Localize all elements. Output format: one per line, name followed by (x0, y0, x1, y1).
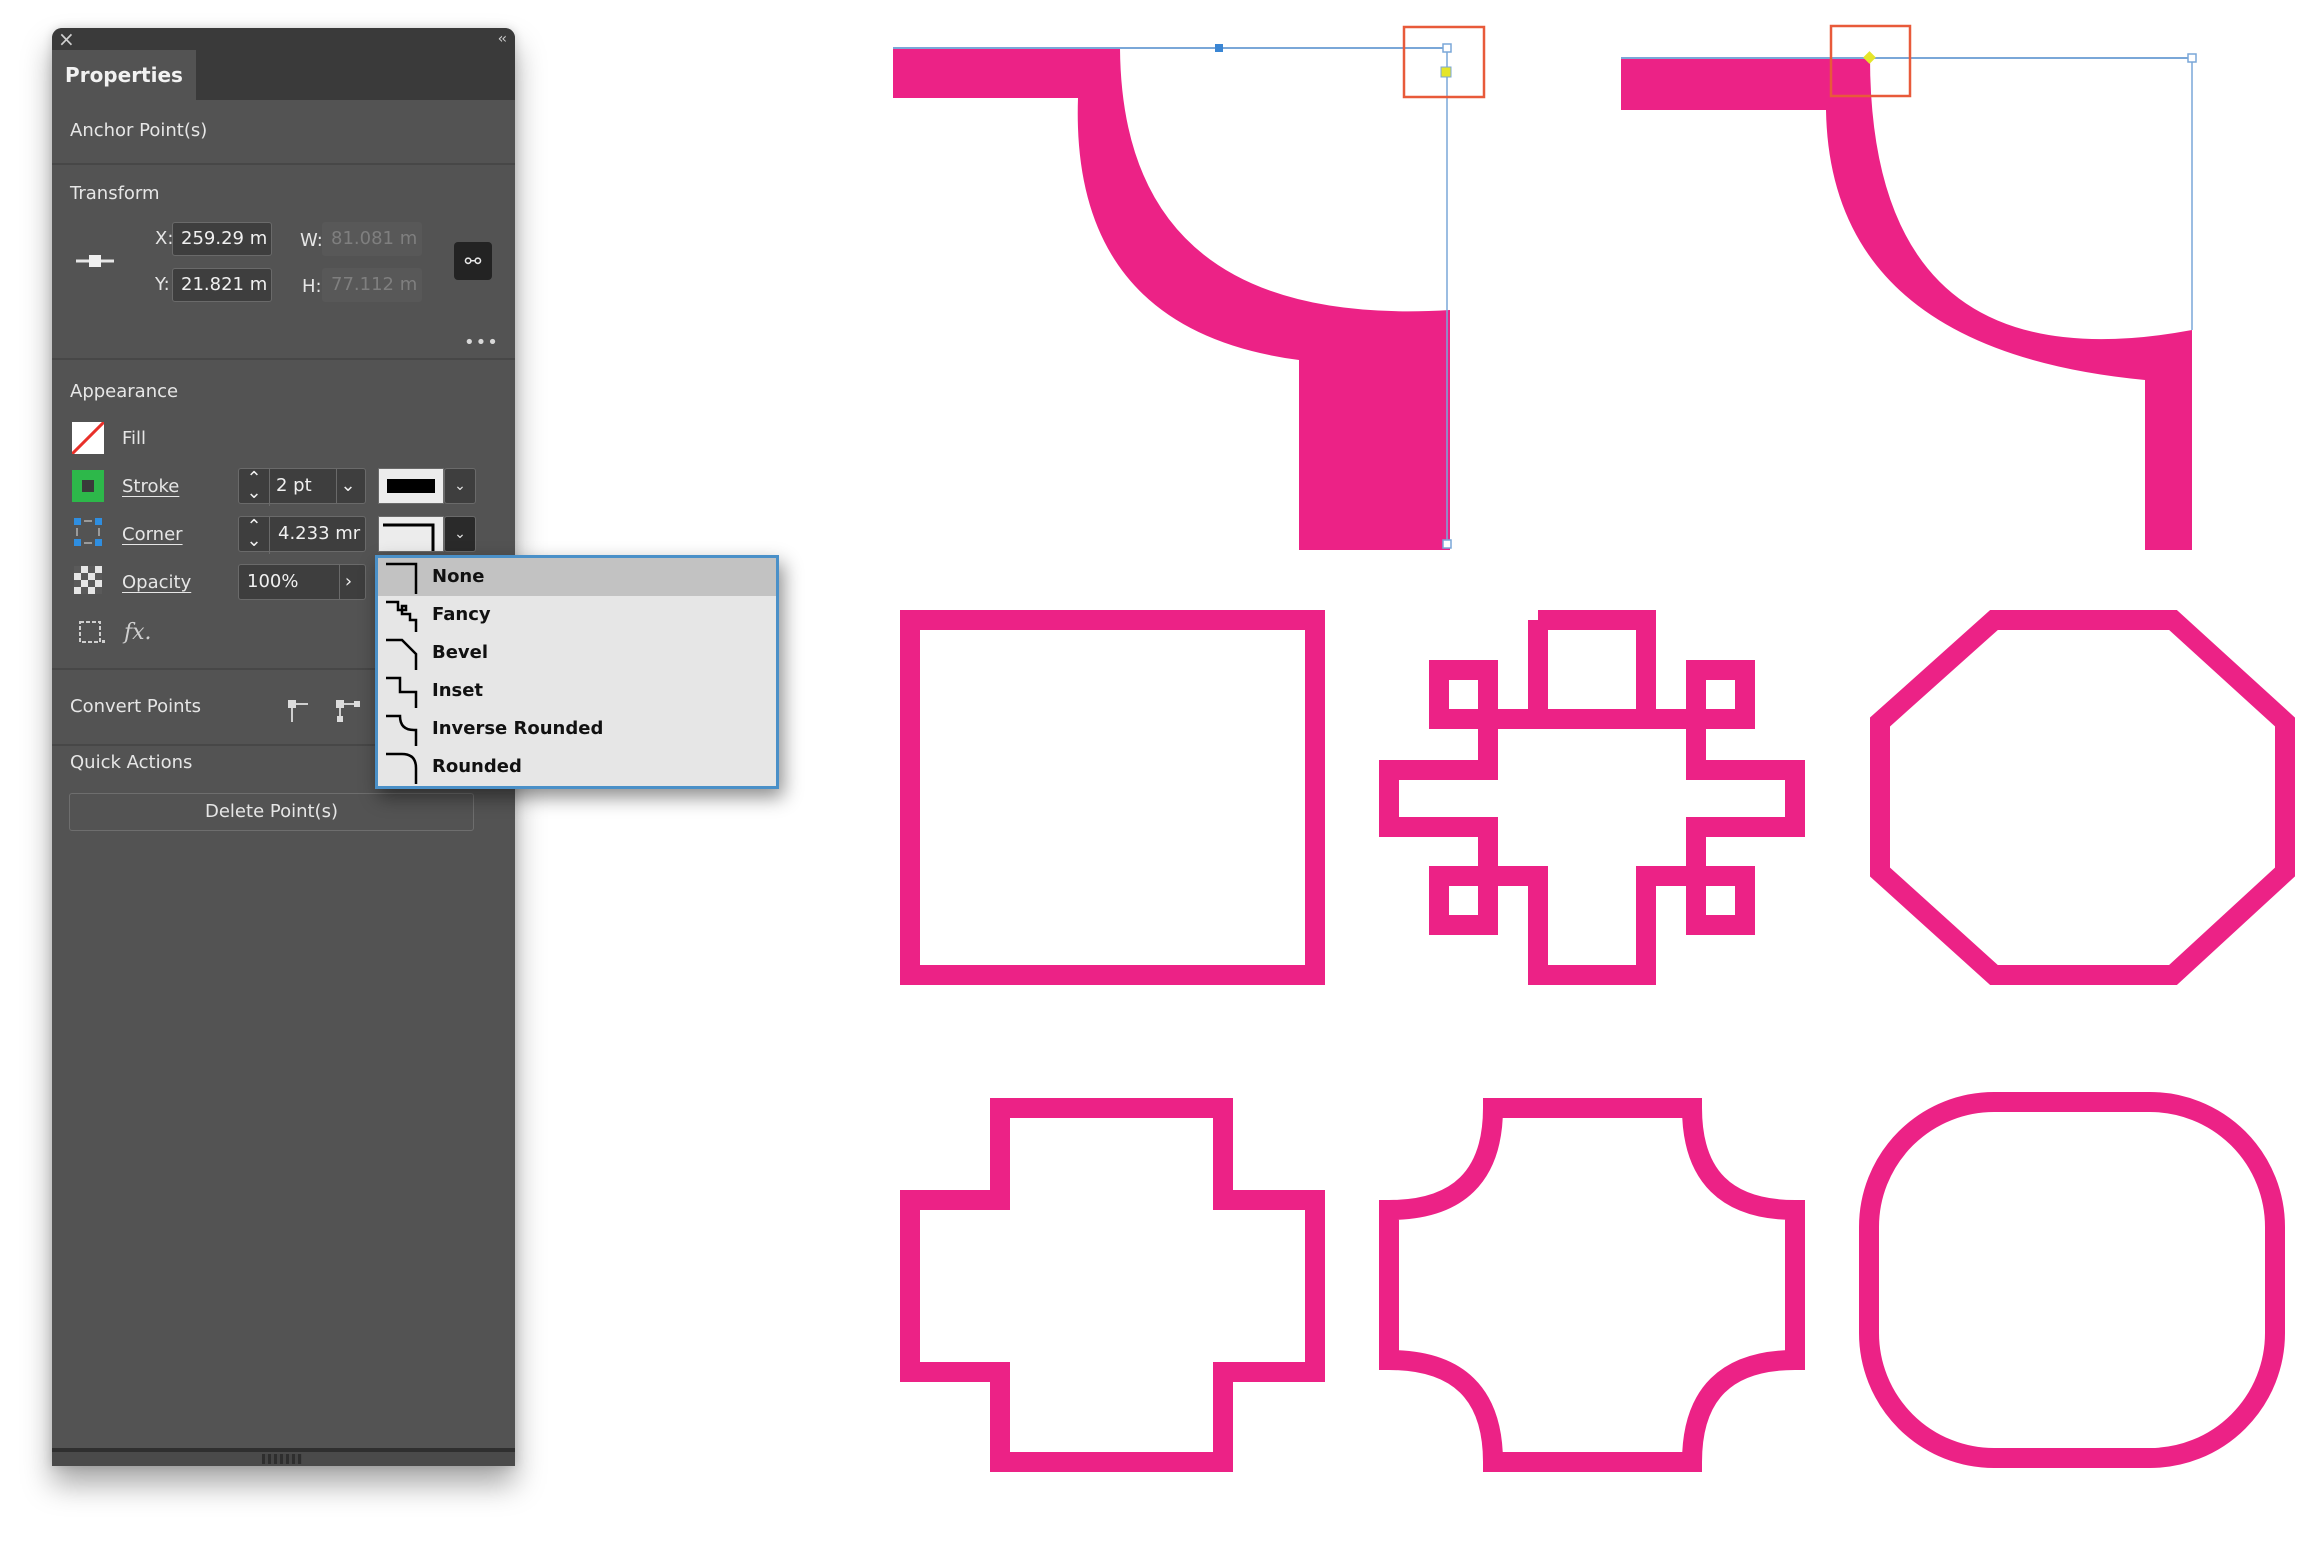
fill-none-icon[interactable] (72, 422, 104, 454)
anchor-point-selected[interactable] (1442, 43, 1452, 53)
opacity-input[interactable]: 100% (239, 565, 340, 599)
stroke-weight-dropdown-icon[interactable]: ⌄ (331, 469, 365, 503)
panel-titlebar[interactable]: × ‹‹ (52, 28, 515, 50)
transform-each-icon[interactable] (78, 620, 108, 646)
corner-radius-stepper[interactable]: ⌃ ⌄ (239, 517, 270, 554)
menu-item-label: Inset (432, 680, 484, 701)
menu-item-rounded[interactable]: Rounded (378, 748, 776, 786)
divider (52, 358, 515, 360)
anchor-point-bottom[interactable] (1442, 539, 1452, 549)
w-label: W: (300, 230, 323, 251)
corner-none-preview-icon (383, 523, 435, 551)
menu-item-label: Fancy (432, 604, 491, 625)
highlight-box (1402, 25, 1486, 99)
menu-item-label: Rounded (432, 756, 522, 777)
fill-label: Fill (122, 428, 147, 449)
corner-none-icon (386, 562, 418, 594)
stroke-weight-stepper[interactable]: ⌃ ⌄ (239, 469, 270, 506)
menu-item-bevel[interactable]: Bevel (378, 634, 776, 672)
opacity-label[interactable]: Opacity (122, 572, 191, 593)
x-input[interactable]: 259.29 m (172, 222, 272, 256)
corner-radius-control[interactable]: ⌃ ⌄ 4.233 mr (238, 516, 366, 554)
panel-tab-row: Properties (52, 50, 515, 100)
stroke-weight-control[interactable]: ⌃ ⌄ 2 pt ⌄ (238, 468, 366, 506)
height-input[interactable]: 77.112 m (322, 268, 422, 302)
resize-grip[interactable] (262, 1454, 302, 1464)
menu-item-label: Inverse Rounded (432, 718, 604, 739)
corner-detail-right-shape (1621, 57, 2192, 550)
corner-radius-input[interactable]: 4.233 mr (270, 517, 373, 551)
x-label: X: (155, 228, 174, 249)
shape-none-rectangle[interactable] (900, 610, 1325, 985)
stroke-color-dropdown-icon[interactable]: ⌄ (444, 468, 476, 504)
anchor-point-handle[interactable] (1215, 44, 1223, 52)
opacity-checker-icon (74, 566, 102, 594)
collapse-panel-icon[interactable]: ‹‹ (498, 28, 507, 50)
corner-icon (74, 518, 102, 546)
panel-bottom-bar (52, 1448, 515, 1466)
stroke-weight-input[interactable]: 2 pt (270, 469, 337, 503)
convert-to-corner-icon[interactable] (284, 696, 314, 726)
corner-type-preview[interactable] (378, 516, 444, 552)
reference-point-icon[interactable] (76, 254, 114, 268)
more-options-icon[interactable]: ••• (464, 332, 499, 353)
menu-item-none[interactable]: None (378, 558, 776, 596)
convert-to-smooth-icon[interactable] (334, 696, 366, 730)
anchor-point-2[interactable] (2187, 53, 2197, 63)
shape-rounded-rectangle[interactable] (1859, 1092, 2285, 1468)
corner-detail-right[interactable] (1621, 24, 2197, 550)
y-input[interactable]: 21.821 m (172, 268, 272, 302)
stroke-color-preview (387, 479, 435, 493)
appearance-title: Appearance (70, 381, 179, 402)
corner-rounded-icon (386, 752, 418, 784)
menu-item-inverse-rounded[interactable]: Inverse Rounded (378, 710, 776, 748)
opacity-control[interactable]: 100% › (238, 564, 366, 600)
stroke-swatch-icon[interactable] (72, 470, 104, 502)
effects-fx-icon[interactable]: fx. (124, 620, 152, 645)
corner-bevel-icon (386, 638, 418, 670)
close-icon[interactable]: × (58, 28, 75, 50)
corner-label[interactable]: Corner (122, 524, 183, 545)
corner-detail-left[interactable] (893, 25, 1486, 550)
shape-inset-cross[interactable] (900, 1098, 1325, 1472)
stroke-color-swatch[interactable] (378, 468, 444, 504)
constrain-proportions-link-icon[interactable]: ⚯ (454, 242, 492, 280)
menu-item-label: Bevel (432, 642, 489, 663)
corner-type-dropdown-icon[interactable]: ⌄ (444, 516, 476, 552)
shape-bevel-octagon[interactable] (1870, 610, 2295, 985)
corner-fancy-icon (386, 600, 418, 632)
convert-points-title: Convert Points (70, 696, 201, 717)
width-input[interactable]: 81.081 m (322, 222, 422, 256)
corner-type-menu: None Fancy Bevel Inset Inverse Rounded R… (375, 555, 779, 789)
corner-inset-icon (386, 676, 418, 708)
menu-item-label: None (432, 566, 485, 587)
corner-inverse-rounded-icon (386, 714, 418, 746)
corner-detail-left-shape (893, 48, 1450, 550)
h-label: H: (302, 276, 322, 297)
corner-widget[interactable] (1440, 66, 1452, 78)
opacity-expand-icon[interactable]: › (332, 565, 365, 599)
divider (52, 163, 515, 165)
delete-points-button[interactable]: Delete Point(s) (69, 793, 474, 831)
quick-actions-title: Quick Actions (70, 752, 193, 773)
shape-fancy-cross-connectors (1528, 620, 1656, 719)
menu-item-fancy[interactable]: Fancy (378, 596, 776, 634)
selection-type-label: Anchor Point(s) (70, 120, 208, 141)
menu-item-inset[interactable]: Inset (378, 672, 776, 710)
y-label: Y: (155, 274, 170, 295)
transform-title: Transform (70, 183, 160, 204)
shape-fancy-cross[interactable] (1379, 610, 1805, 985)
stroke-label[interactable]: Stroke (122, 476, 179, 497)
tab-properties[interactable]: Properties (52, 50, 196, 100)
shape-inverse-rounded[interactable] (1379, 1098, 1805, 1472)
